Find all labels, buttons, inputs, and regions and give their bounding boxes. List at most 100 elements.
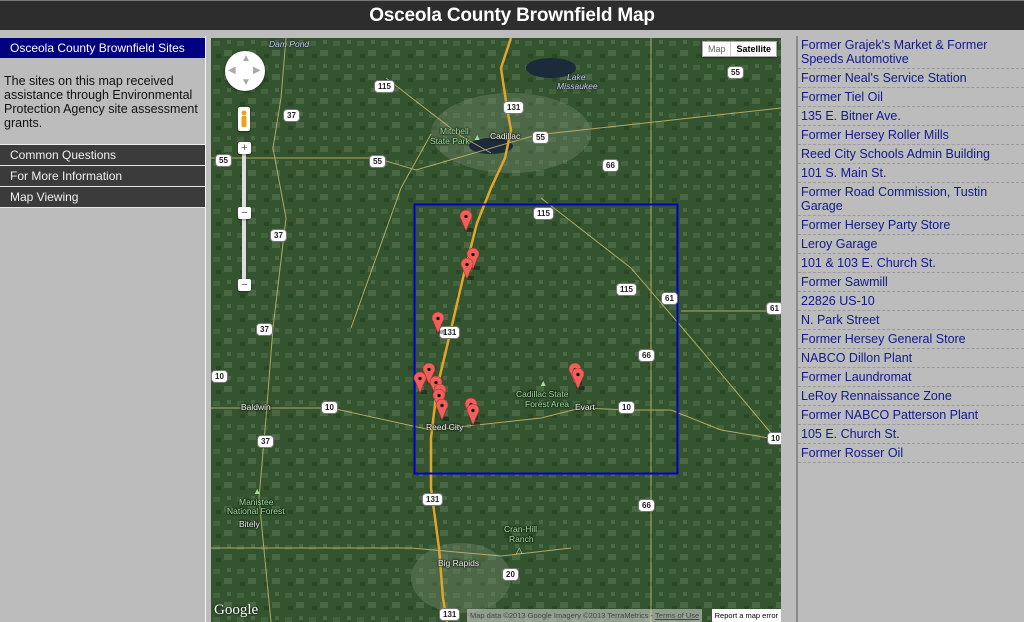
site-list: Former Grajek's Market & Former Speeds A…: [798, 36, 1024, 463]
route-shield: 55: [215, 154, 232, 167]
route-shield: 37: [256, 323, 273, 336]
page-title: Osceola County Brownfield Map: [369, 5, 655, 26]
route-shield: 10: [618, 401, 635, 414]
route-shield: 66: [638, 349, 655, 362]
site-list-item[interactable]: Reed City Schools Admin Building: [798, 145, 1024, 164]
site-list-item[interactable]: Former Rosser Oil: [798, 444, 1024, 463]
route-shield: 55: [369, 155, 386, 168]
route-shield: 131: [503, 101, 525, 114]
route-shield: 66: [638, 499, 655, 512]
site-marker-pin-icon[interactable]: [459, 209, 476, 232]
route-shield: 37: [270, 229, 287, 242]
site-marker-pin-icon[interactable]: [460, 257, 477, 280]
route-shield: 66: [602, 159, 619, 172]
site-list-item[interactable]: Former Hersey General Store: [798, 330, 1024, 349]
site-list-item[interactable]: N. Park Street: [798, 311, 1024, 330]
site-list-item[interactable]: 22826 US-10: [798, 292, 1024, 311]
park-tree-icon: ▲: [253, 486, 262, 496]
report-map-error-link[interactable]: Report a map error: [711, 609, 781, 622]
label-baldwin: Baldwin: [241, 402, 271, 412]
attribution-text: Map data ©2013 Google Imagery ©2013 Terr…: [470, 611, 656, 620]
site-list-item[interactable]: Former Neal's Service Station: [798, 69, 1024, 88]
park-tree-icon: ▲: [473, 132, 482, 142]
site-list-item[interactable]: Former Laundromat: [798, 368, 1024, 387]
route-shield: 10: [321, 401, 338, 414]
street-view-pegman-icon[interactable]: [238, 107, 250, 131]
label-reed-city: Reed City: [426, 422, 464, 432]
map-type-control: Map Satellite: [701, 41, 777, 57]
label-cranhill-2: Ranch: [509, 534, 534, 544]
route-shield: 115: [533, 207, 554, 220]
intro-text: The sites on this map received assistanc…: [0, 58, 205, 145]
route-shield: 37: [257, 435, 274, 448]
route-shield: 10: [767, 432, 781, 445]
map-type-satellite-button[interactable]: Satellite: [731, 42, 776, 56]
site-marker-pin-icon[interactable]: [431, 311, 448, 334]
left-panel: Osceola County Brownfield Sites The site…: [0, 36, 206, 622]
map-canvas[interactable]: Dam Pond Lake Missaukee Mitchell State P…: [211, 38, 781, 622]
site-marker-pin-icon[interactable]: [413, 371, 430, 394]
site-list-item[interactable]: Former Road Commission, Tustin Garage: [798, 183, 1024, 216]
label-evart: Evart: [575, 402, 595, 412]
site-marker-pin-icon[interactable]: [435, 398, 452, 421]
site-list-item[interactable]: Former Hersey Party Store: [798, 216, 1024, 235]
route-shield: 55: [532, 131, 549, 144]
label-mitchell-2: State Park: [430, 136, 470, 146]
zoom-out-button[interactable]: −: [238, 279, 251, 291]
site-list-item[interactable]: 101 & 103 E. Church St.: [798, 254, 1024, 273]
route-shield: 37: [283, 109, 300, 122]
site-list-item[interactable]: 101 S. Main St.: [798, 164, 1024, 183]
site-list-item[interactable]: Former Sawmill: [798, 273, 1024, 292]
nav-more-information[interactable]: For More Information: [0, 166, 205, 187]
label-cadillac-forest-1: Cadillac State: [516, 389, 569, 399]
label-manistee-2: National Forest: [227, 506, 285, 516]
route-shield: 10: [211, 370, 228, 383]
site-marker-pin-icon[interactable]: [571, 367, 588, 390]
route-shield: 115: [374, 80, 395, 93]
map-attribution: Map data ©2013 Google Imagery ©2013 Terr…: [467, 609, 703, 622]
page-header: Osceola County Brownfield Map: [0, 0, 1024, 30]
site-list-item[interactable]: 105 E. Church St.: [798, 425, 1024, 444]
route-shield: 20: [502, 568, 519, 581]
zoom-slider-handle[interactable]: −: [238, 207, 251, 219]
route-shield: 115: [616, 283, 637, 296]
label-big-rapids: Big Rapids: [438, 558, 480, 568]
pan-control[interactable]: ▲ ▼ ◀ ▶: [225, 51, 265, 91]
site-list-item[interactable]: NABCO Dillon Plant: [798, 349, 1024, 368]
label-dam-pond: Dam Pond: [269, 39, 310, 49]
nav-common-questions[interactable]: Common Questions: [0, 145, 205, 166]
map-type-map-button[interactable]: Map: [702, 42, 732, 56]
site-list-item[interactable]: Former Tiel Oil: [798, 88, 1024, 107]
site-marker-pin-icon[interactable]: [466, 403, 483, 426]
site-list-item[interactable]: Former NABCO Patterson Plant: [798, 406, 1024, 425]
site-list-panel: Former Grajek's Market & Former Speeds A…: [796, 36, 1024, 622]
route-shield: 131: [439, 608, 461, 621]
park-tree-icon: ▲: [539, 378, 548, 388]
pan-down-icon[interactable]: ▼: [241, 78, 251, 88]
route-shield: 55: [727, 66, 744, 79]
campground-icon: △: [516, 545, 523, 555]
site-list-item[interactable]: Leroy Garage: [798, 235, 1024, 254]
site-list-item[interactable]: Former Grajek's Market & Former Speeds A…: [798, 36, 1024, 69]
label-lake-missaukee-2: Missaukee: [557, 81, 598, 91]
site-list-item[interactable]: 135 E. Bitner Ave.: [798, 107, 1024, 126]
terms-of-use-link[interactable]: Terms of Use: [655, 611, 699, 620]
label-cadillac-forest-2: Forest Area: [525, 399, 569, 409]
route-shield: 61: [661, 292, 678, 305]
google-logo: Google: [214, 602, 259, 618]
pan-left-icon[interactable]: ◀: [228, 66, 236, 76]
label-bitely: Bitely: [239, 519, 260, 529]
label-mitchell-1: Mitchell: [440, 126, 469, 136]
site-list-item[interactable]: LeRoy Rennaissance Zone: [798, 387, 1024, 406]
nav-map-viewing[interactable]: Map Viewing: [0, 187, 205, 208]
site-list-item[interactable]: Former Hersey Roller Mills: [798, 126, 1024, 145]
satellite-imagery: [211, 38, 781, 622]
zoom-in-button[interactable]: +: [238, 142, 251, 154]
pan-up-icon[interactable]: ▲: [241, 54, 251, 64]
label-cranhill-1: Cran-Hill: [504, 524, 538, 534]
section-brownfield-sites[interactable]: Osceola County Brownfield Sites: [0, 38, 205, 58]
route-shield: 61: [766, 302, 781, 315]
label-cadillac: Cadillac: [490, 131, 521, 141]
pan-right-icon[interactable]: ▶: [253, 66, 261, 76]
big-rapids-urban-area: [411, 543, 511, 613]
